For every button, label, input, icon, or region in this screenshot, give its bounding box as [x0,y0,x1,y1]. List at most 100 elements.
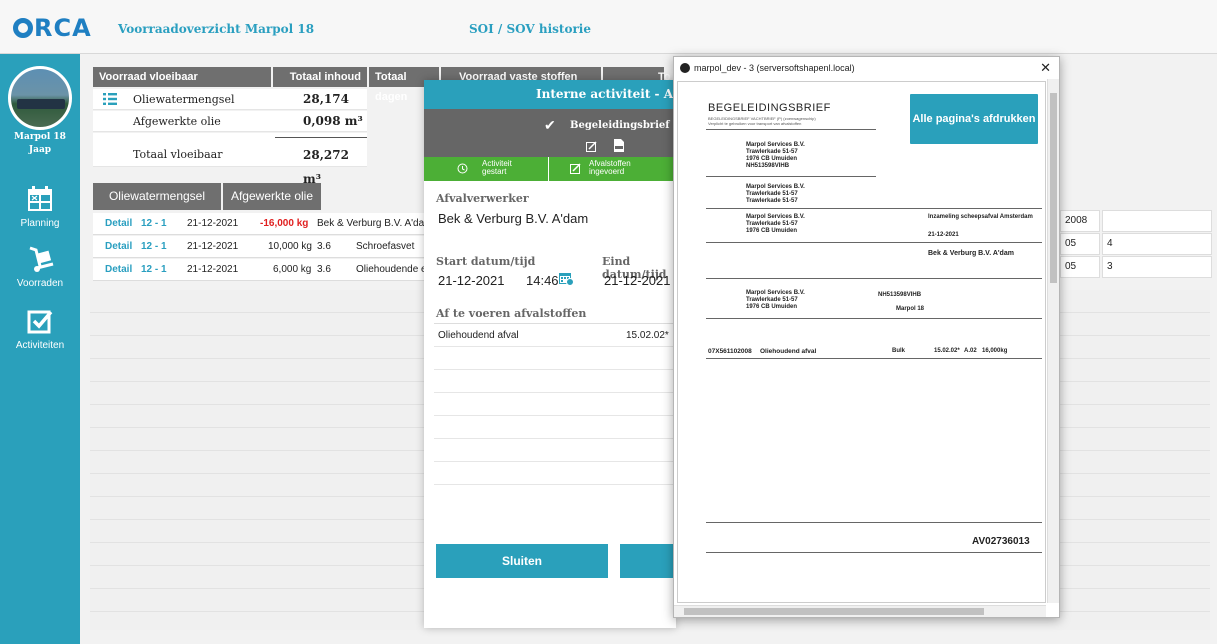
pdf-street: Trawlerkade 51-57 [746,221,798,227]
pdf-rule [706,176,876,177]
pdf-street: Trawlerkade 51-57 [746,191,798,197]
scrollbar-thumb[interactable] [1050,93,1057,283]
pdf-waste-name: Oliehoudend afval [760,348,817,355]
waste-name[interactable]: Oliehoudend afval [438,330,519,341]
activity-modal: Interne activiteit - Afvoe ✔ Begeleiding… [424,80,676,628]
list-icon[interactable] [103,93,117,105]
pdf-rule [706,552,1042,553]
user-name: Jaap [28,145,52,155]
pdf-ship: Marpol 18 [896,306,925,312]
pdf-rule [706,522,1042,523]
checkmark-icon: ✔ [544,117,556,133]
tab-afgewerkte-olie[interactable]: Afgewerkte olie [223,183,321,210]
pdf-waste-code: 07X561102008 [708,348,752,355]
vertical-scrollbar[interactable] [1047,79,1059,603]
pdf-doc-title: BEGELEIDINGSBRIEF [708,102,831,114]
nav-soi-history[interactable]: SOI / SOV historie [469,22,591,36]
pdf-sender: Marpol Services B.V. [746,142,805,148]
table-row: Detail 12 - 1 21-12-2021 10,000 kg 3.6 S… [93,236,427,258]
scrollbar-thumb[interactable] [684,608,984,615]
sidebar-item-activiteiten[interactable]: Activiteiten [0,306,80,351]
row-quantity: 6,000 kg [273,264,312,275]
start-time-value[interactable]: 14:46 [526,273,559,288]
detail-link[interactable]: Detail [105,236,132,258]
processor-label: Afvalverwerker [436,192,529,205]
pdf-sender: Marpol Services B.V. [746,184,805,190]
detail-link[interactable]: Detail [105,213,132,235]
stock-label: Afgewerkte olie [133,115,221,128]
pdf-icon[interactable] [614,139,624,152]
table-cell: 4 [1102,233,1212,255]
logo-ring-icon [13,18,33,38]
pdf-rule [706,318,1042,319]
pdf-page: BEGELEIDINGSBRIEF BEGELEIDINGSBRIEF VACH… [677,81,1046,603]
app-logo: RCA [13,14,92,42]
table-cell: 2008 [1060,210,1100,232]
logo-text: RCA [34,14,92,42]
pdf-zip: 1976 CB Umuiden [746,304,798,310]
row-name: Oliehoudende e [356,264,427,275]
table-cell: 3 [1102,256,1212,278]
row-period: 12 - 1 [141,218,167,229]
calendar-picker-icon[interactable] [558,270,574,286]
total-label: Totaal vloeibaar [133,148,223,161]
pdf-doc-number: AV02736013 [972,536,1030,547]
app-icon [680,63,690,73]
status-divider [548,157,549,181]
pdf-sender: Marpol Services B.V. [746,290,805,296]
pdf-eural-code: 15.02.02* [934,348,960,354]
pdf-rule [706,358,1042,359]
horizontal-scrollbar[interactable] [674,605,1046,617]
processor-value[interactable]: Bek & Verburg B.V. A'dam [438,211,588,226]
pdf-small-text: Verplicht te gebruiken voor transport va… [708,121,802,126]
header-total-content: Totaal inhoud [273,67,367,87]
pdf-street: Trawlerkade 51-57 [746,198,798,204]
pdf-rule [706,278,1042,279]
pdf-vihb: NH513598VIHB [878,292,922,298]
pdf-street: Trawlerkade 51-57 [746,149,798,155]
pdf-window-title: marpol_dev - 3 (serversoftshapenl.local) [694,63,855,73]
pdf-rule [706,129,876,130]
clock-icon [457,163,468,174]
pdf-viewer-window: marpol_dev - 3 (serversoftshapenl.local)… [673,56,1060,618]
sidebar-item-voorraden[interactable]: Voorraden [0,244,80,289]
pdf-zip: 1976 CB Umuiden [746,156,798,162]
pdf-vihb: NH513598VIHB [746,163,790,169]
pdf-rule [706,208,1042,209]
status-waste-entered: Afvalstoffen ingevoerd [589,159,631,176]
edit-icon[interactable] [586,141,597,152]
row-period: 12 - 1 [141,264,167,275]
start-date-value[interactable]: 21-12-2021 [438,273,505,288]
row-date: 21-12-2021 [187,264,239,275]
close-button[interactable]: Sluiten [436,544,608,578]
start-datetime-label: Start datum/tijd [436,255,536,268]
table-cell [1102,210,1212,232]
pdf-street: Trawlerkade 51-57 [746,297,798,303]
pdf-collection: Inzameling scheepsafval Amsterdam [928,214,1033,220]
row-code: 3.6 [317,241,331,252]
stock-value: 0,098 m³ [303,114,363,128]
status-activity-started: Activiteit gestart [482,159,512,176]
pdf-window-titlebar: marpol_dev - 3 (serversoftshapenl.local)… [674,57,1059,79]
secondary-button[interactable] [620,544,676,578]
header-liquid-stock: Voorraad vloeibaar [93,67,271,87]
pdf-packaging: Bulk [892,348,906,354]
pdf-date: 21-12-2021 [928,232,959,238]
stock-spacer [93,133,367,143]
sidebar-item-planning[interactable]: Planning [0,184,80,229]
pdf-zip: 1976 CB Umuiden [746,228,798,234]
hand-truck-icon [29,246,54,272]
row-quantity: 10,000 kg [268,241,312,252]
end-date-value[interactable]: 21-12-2021 [604,273,671,288]
top-bar: RCA Voorraadoverzicht Marpol 18 SOI / SO… [0,0,1217,54]
close-icon[interactable]: ✕ [1040,57,1051,79]
stock-row: Oliewatermengsel 28,174 m³ [93,89,367,127]
tab-oliewatermengsel[interactable]: Oliewatermengsel [93,183,221,210]
sidebar-item-planning-label: Planning [20,218,60,229]
detail-link[interactable]: Detail [105,259,132,281]
table-row: Detail 12 - 1 21-12-2021 6,000 kg 3.6 Ol… [93,259,427,281]
print-all-pages-button[interactable]: Alle pagina's afdrukken [910,94,1038,144]
pdf-receiver: Bek & Verburg B.V. A'dam [928,250,1014,257]
pdf-rule [706,242,1042,243]
nav-stock-overview[interactable]: Voorraadoverzicht Marpol 18 [118,22,314,36]
